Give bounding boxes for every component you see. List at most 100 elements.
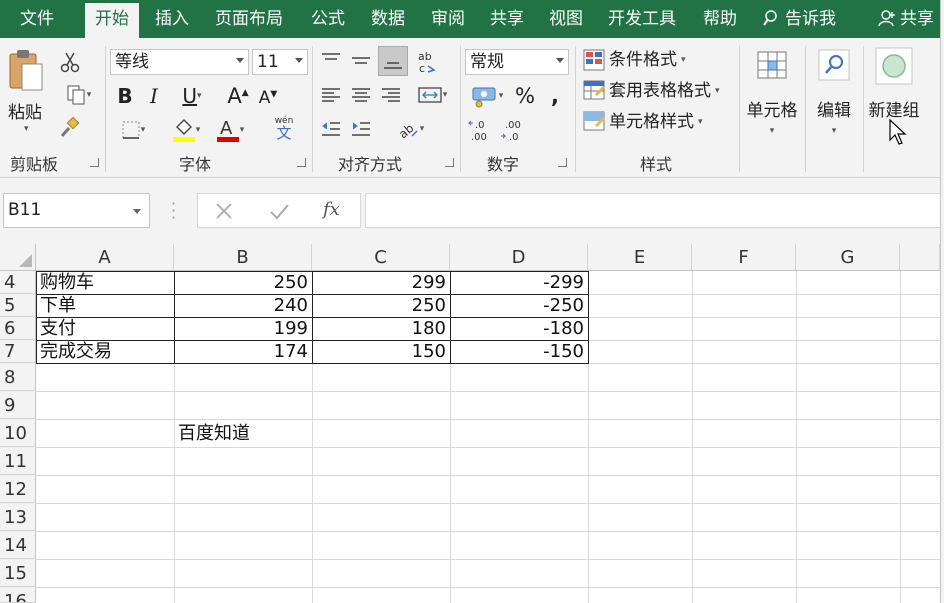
column-header-c[interactable]: C xyxy=(312,244,450,271)
cell-c5[interactable]: 250 xyxy=(312,294,450,317)
merge-center-button[interactable]: ▾ xyxy=(410,82,454,108)
tab-view[interactable]: 视图 xyxy=(549,0,583,38)
cell-b5[interactable]: 240 xyxy=(174,294,312,317)
cut-button[interactable] xyxy=(58,50,82,74)
cell-c4[interactable]: 299 xyxy=(312,271,450,294)
column-header-b[interactable]: B xyxy=(174,244,312,271)
column-header-a[interactable]: A xyxy=(36,244,174,271)
cell-b4[interactable]: 250 xyxy=(174,271,312,294)
resize-handle-icon[interactable]: · · · xyxy=(171,196,176,226)
bold-button[interactable]: B xyxy=(113,84,137,108)
tab-insert[interactable]: 插入 xyxy=(155,0,189,38)
tab-share[interactable]: 共享 xyxy=(490,0,524,38)
cell-a4[interactable]: 购物车 xyxy=(36,271,174,294)
column-header-d[interactable]: D xyxy=(450,244,588,271)
cell-d4[interactable]: -299 xyxy=(450,271,588,294)
row-header-8[interactable]: 8 xyxy=(0,363,36,391)
decrease-font-button[interactable]: A▼ xyxy=(256,86,280,110)
cell-a7[interactable]: 完成交易 xyxy=(36,340,174,363)
cell-c6[interactable]: 180 xyxy=(312,317,450,340)
row-header-14[interactable]: 14 xyxy=(0,531,36,559)
column-header-f[interactable]: F xyxy=(692,244,796,271)
align-right-button[interactable] xyxy=(378,82,404,108)
column-header-g[interactable]: G xyxy=(796,244,900,271)
align-bottom-button[interactable] xyxy=(378,46,408,76)
font-color-button[interactable]: A ▾ xyxy=(210,116,250,144)
cell-styles-button[interactable]: 单元格样式 ▾ xyxy=(583,109,703,135)
font-size-combo[interactable]: 11 xyxy=(252,49,308,75)
row-header-16[interactable]: 16 xyxy=(0,587,36,603)
cell-b7[interactable]: 174 xyxy=(174,340,312,363)
column-header-h[interactable] xyxy=(900,244,940,271)
font-name-combo[interactable]: 等线 xyxy=(110,49,249,75)
text-orientation-button[interactable]: ab c xyxy=(412,46,440,76)
decrease-indent-button[interactable] xyxy=(318,116,344,142)
row-header-9[interactable]: 9 xyxy=(0,391,36,419)
tab-page-layout[interactable]: 页面布局 xyxy=(215,0,283,38)
check-icon[interactable] xyxy=(268,200,290,222)
tab-data[interactable]: 数据 xyxy=(371,0,405,38)
increase-decimal-button[interactable]: .0.00 xyxy=(465,116,497,144)
tab-file[interactable]: 文件 xyxy=(20,0,54,38)
cell-d5[interactable]: -250 xyxy=(450,294,588,317)
format-painter-button[interactable] xyxy=(58,116,82,140)
accounting-format-button[interactable]: ▾ xyxy=(465,82,509,110)
row-header-4[interactable]: 4 xyxy=(0,271,36,294)
fill-color-button[interactable]: ▾ xyxy=(166,116,206,144)
cell-a5[interactable]: 下单 xyxy=(36,294,174,317)
percent-button[interactable]: % xyxy=(512,82,538,110)
editing-button[interactable]: 编辑 ▾ xyxy=(808,44,860,154)
underline-button[interactable]: U ▾ xyxy=(172,84,212,108)
number-format-combo[interactable]: 常规 xyxy=(465,49,569,75)
copy-button[interactable]: ▾ xyxy=(58,83,98,107)
alignment-launcher-icon[interactable] xyxy=(445,158,454,167)
cell-b6[interactable]: 199 xyxy=(174,317,312,340)
orientation-button[interactable]: ab ▾ xyxy=(388,116,432,142)
align-center-button[interactable] xyxy=(348,82,374,108)
row-header-12[interactable]: 12 xyxy=(0,475,36,503)
share-button[interactable]: 共享 xyxy=(878,0,934,38)
clipboard-launcher-icon[interactable] xyxy=(90,158,99,167)
align-top-button[interactable] xyxy=(318,48,344,74)
format-as-table-button[interactable]: 套用表格格式 ▾ xyxy=(583,78,720,104)
cancel-icon[interactable] xyxy=(213,200,235,222)
cell-b10[interactable]: 百度知道 xyxy=(174,419,312,447)
italic-button[interactable]: I xyxy=(142,84,166,108)
font-launcher-icon[interactable] xyxy=(297,158,306,167)
row-header-7[interactable]: 7 xyxy=(0,340,36,363)
name-box[interactable]: B11 xyxy=(3,193,150,228)
align-middle-button[interactable] xyxy=(348,48,374,74)
cells-button[interactable]: 单元格 ▾ xyxy=(742,44,802,154)
formula-input[interactable] xyxy=(365,193,944,228)
row-header-10[interactable]: 10 xyxy=(0,419,36,447)
increase-indent-button[interactable] xyxy=(348,116,374,142)
cell-c7[interactable]: 150 xyxy=(312,340,450,363)
row-header-11[interactable]: 11 xyxy=(0,447,36,475)
comma-style-button[interactable]: , xyxy=(544,82,566,110)
borders-button[interactable]: ▾ xyxy=(113,118,153,142)
paste-button[interactable]: 粘贴 ▾ xyxy=(6,48,48,136)
number-launcher-icon[interactable] xyxy=(558,158,567,167)
cell-a6[interactable]: 支付 xyxy=(36,317,174,340)
cell-d7[interactable]: -150 xyxy=(450,340,588,363)
vertical-scrollbar[interactable] xyxy=(940,0,944,603)
tab-developer[interactable]: 开发工具 xyxy=(608,0,676,38)
align-left-button[interactable] xyxy=(318,82,344,108)
column-header-e[interactable]: E xyxy=(588,244,692,271)
tell-me-button[interactable]: 告诉我 xyxy=(763,0,836,38)
increase-font-button[interactable]: A▲ xyxy=(226,84,250,108)
conditional-format-button[interactable]: 条件格式 ▾ xyxy=(583,47,686,73)
tab-review[interactable]: 审阅 xyxy=(431,0,465,38)
row-header-15[interactable]: 15 xyxy=(0,559,36,587)
phonetic-guide-button[interactable]: wén 文 xyxy=(266,116,302,146)
row-header-13[interactable]: 13 xyxy=(0,503,36,531)
select-all-button[interactable] xyxy=(0,244,36,271)
insert-function-button[interactable]: fx xyxy=(323,199,340,220)
tab-help[interactable]: 帮助 xyxy=(703,0,737,38)
row-header-6[interactable]: 6 xyxy=(0,317,36,340)
tab-formulas[interactable]: 公式 xyxy=(311,0,345,38)
cell-d6[interactable]: -180 xyxy=(450,317,588,340)
decrease-decimal-button[interactable]: .00.0 xyxy=(497,116,529,144)
tab-home[interactable]: 开始 xyxy=(85,3,139,38)
row-header-5[interactable]: 5 xyxy=(0,294,36,317)
